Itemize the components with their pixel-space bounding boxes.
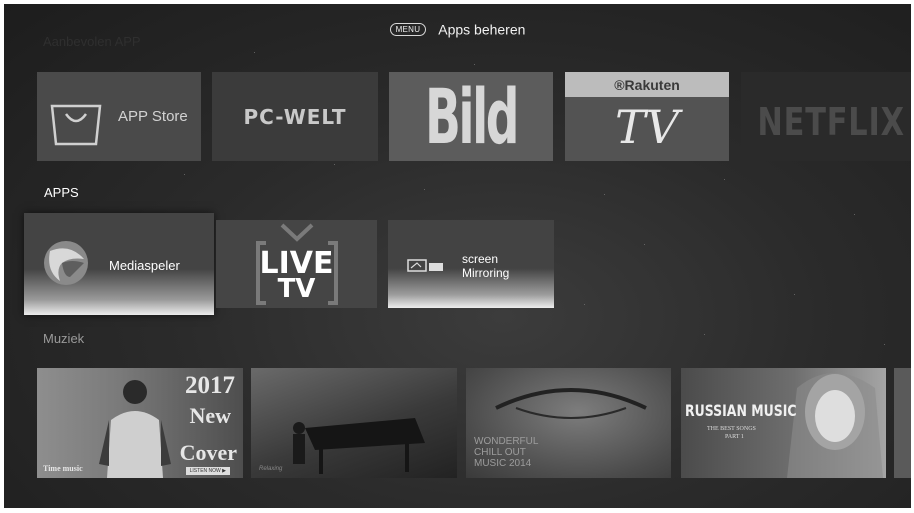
cover-brand-text: Time music xyxy=(43,464,83,473)
app-store-tile[interactable]: APP Store xyxy=(37,72,201,161)
mirroring-line-2: Mirroring xyxy=(462,266,510,280)
eye-image xyxy=(486,378,656,443)
cover-new-text: New xyxy=(189,403,231,428)
russian-music-subtitle: THE BEST SONGS xyxy=(707,426,756,432)
netflix-logo: NETFLIX xyxy=(757,100,905,144)
pcwelt-logo: PC-WELT xyxy=(243,105,347,129)
rakuten-r-icon: ® xyxy=(614,77,625,93)
tv-text: TV xyxy=(277,274,316,304)
singer-image xyxy=(95,374,175,478)
menu-key-badge: MENU xyxy=(389,22,427,36)
music-tile-chill-out[interactable]: WONDERFUL CHILL OUT MUSIC 2014 xyxy=(466,368,671,478)
rakuten-tv-logo: TV xyxy=(615,100,679,154)
section-label-recommended: Aanbevolen APP xyxy=(43,34,141,49)
music-tile-partial[interactable] xyxy=(894,368,911,478)
section-label-apps: APPS xyxy=(44,185,79,200)
bild-logo: Bild xyxy=(424,72,520,161)
rakuten-logo: ®Rakuten xyxy=(614,77,680,93)
screen-mirroring-tile[interactable]: screen Mirroring xyxy=(388,220,554,308)
play-icon xyxy=(40,237,92,294)
cover-listen-badge: LISTEN NOW ▶ xyxy=(185,467,230,475)
section-label-music: Muziek xyxy=(43,331,85,346)
cover-cover-text: Cover xyxy=(179,440,237,465)
bild-tile[interactable]: Bild xyxy=(389,72,553,161)
tv-home-screen: MENU Apps beheren Aanbevolen APP APP Sto… xyxy=(4,4,911,508)
pcwelt-tile[interactable]: PC-WELT xyxy=(212,72,378,161)
russian-music-part: PART 1 xyxy=(725,434,744,440)
shopping-bag-icon xyxy=(46,84,106,153)
woman-image xyxy=(783,368,886,478)
piano-caption: Relaxing xyxy=(259,466,283,472)
russian-music-title: RUSSIAN MUSIC xyxy=(685,401,797,420)
screen-mirroring-label: screen Mirroring xyxy=(462,252,509,280)
mediaspeler-tile[interactable]: Mediaspeler xyxy=(24,213,214,315)
app-store-label: APP Store xyxy=(118,108,188,125)
rakuten-tv-tile[interactable]: ®Rakuten TV xyxy=(565,72,729,161)
chill-out-title: WONDERFUL CHILL OUT MUSIC 2014 xyxy=(474,436,539,469)
music-tile-russian-music[interactable]: RUSSIAN MUSIC THE BEST SONGS PART 1 xyxy=(681,368,886,478)
music-tile-new-cover[interactable]: 2017 New Cover Time music LISTEN NOW ▶ xyxy=(37,368,243,478)
mirroring-line-1: screen xyxy=(462,252,499,266)
piano-image xyxy=(285,388,435,478)
page-title: Apps beheren xyxy=(438,21,526,38)
mediaspeler-label: Mediaspeler xyxy=(109,258,180,273)
screen-mirroring-icon xyxy=(407,259,445,278)
cover-year-text: 2017 xyxy=(185,372,235,399)
netflix-tile[interactable]: NETFLIX xyxy=(741,72,911,161)
live-tv-tile[interactable]: LIVE TV xyxy=(216,220,377,308)
music-tile-piano[interactable]: Relaxing xyxy=(251,368,457,478)
